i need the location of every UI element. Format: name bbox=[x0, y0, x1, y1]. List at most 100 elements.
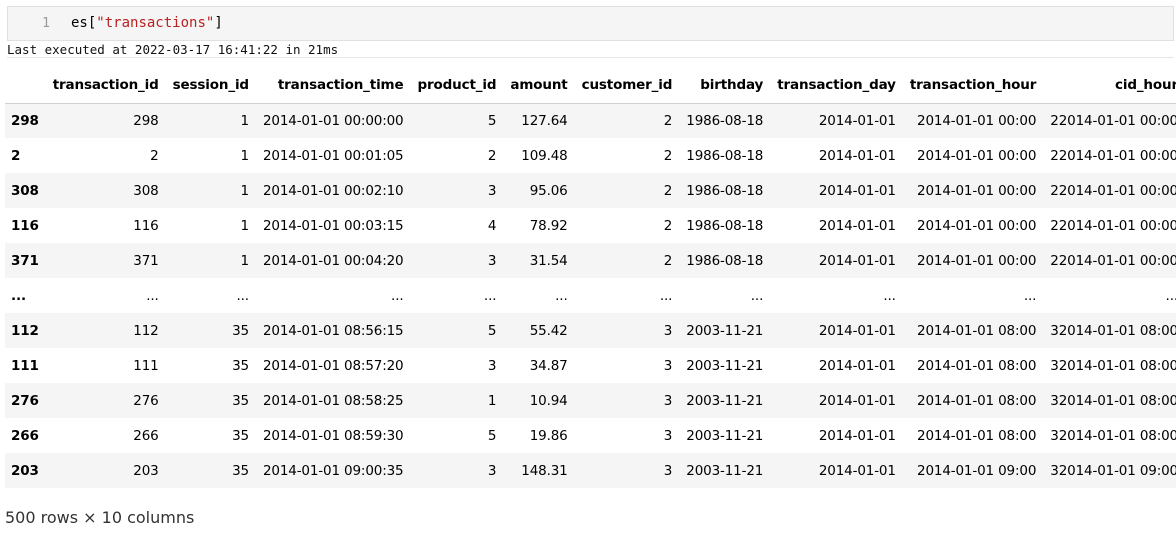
code-string-literal: "transactions" bbox=[96, 15, 215, 31]
table-cell: ... bbox=[391, 287, 404, 304]
table-cell: 2014-01-01 bbox=[818, 182, 896, 199]
table-cell: 2003-11-21 bbox=[686, 392, 764, 409]
table-cell: 2014-01-01 08:00 bbox=[917, 392, 1037, 409]
table-cell: 2014-01-01 bbox=[818, 217, 896, 234]
table-cell: 266 bbox=[133, 427, 159, 444]
column-header-transaction-hour: transaction_hour bbox=[902, 68, 1044, 104]
table-cell: 2 bbox=[150, 147, 159, 164]
table-cell: 3 bbox=[487, 462, 497, 479]
column-header-amount: amount bbox=[503, 68, 575, 104]
table-cell: ... bbox=[236, 287, 250, 304]
column-header-product-id: product_id bbox=[410, 68, 504, 104]
table-cell: 2014-01-01 08:56:15 bbox=[262, 322, 404, 339]
table-cell: 2 bbox=[663, 147, 673, 164]
table-row: 203 203 35 2014-01-01 09:00:35 3 148.31 3 2003-… bbox=[5, 453, 1176, 488]
table-cell: 1 bbox=[240, 217, 250, 234]
column-header-birthday: birthday bbox=[679, 68, 771, 104]
table-cell: 116 bbox=[133, 217, 159, 234]
table-cell: 2014-01-01 bbox=[818, 252, 896, 269]
table-cell: 2014-01-01 08:58:25 bbox=[262, 392, 404, 409]
table-cell: 2 bbox=[663, 112, 673, 129]
table-cell: 22014-01-01 00:00 bbox=[1050, 112, 1176, 129]
table-cell: ... bbox=[750, 287, 764, 304]
table-cell: 35 bbox=[232, 462, 249, 479]
table-cell: ... bbox=[555, 287, 568, 304]
table-cell: 34.87 bbox=[529, 357, 568, 374]
table-cell: 19.86 bbox=[529, 427, 568, 444]
table-cell: 2014-01-01 00:03:15 bbox=[262, 217, 404, 234]
row-index-cell: 371 bbox=[11, 252, 39, 269]
line-number: 1 bbox=[42, 16, 50, 31]
table-row: ................................. bbox=[5, 278, 1176, 313]
table-body: 298 298 1 2014-01-01 00:00:00 5 127.64 2 1986-0… bbox=[5, 103, 1176, 488]
table-cell: 22014-01-01 00:00 bbox=[1050, 217, 1176, 234]
table-cell: 2003-11-21 bbox=[686, 462, 764, 479]
dataframe-shape-summary: 500 rows × 10 columns bbox=[5, 508, 195, 527]
table-cell: 1 bbox=[240, 112, 250, 129]
table-cell: 2014-01-01 00:00 bbox=[917, 217, 1037, 234]
table-cell: 32014-01-01 09:00 bbox=[1050, 462, 1176, 479]
table-cell: 10.94 bbox=[529, 392, 568, 409]
table-row: 371 371 1 2014-01-01 00:04:20 3 31.54 2 1986-08… bbox=[5, 243, 1176, 278]
table-cell: 78.92 bbox=[529, 217, 568, 234]
table-cell: ... bbox=[483, 287, 497, 304]
table-cell: 31.54 bbox=[529, 252, 568, 269]
code-prefix: es[ bbox=[71, 15, 97, 31]
table-cell: 22014-01-01 00:00 bbox=[1050, 147, 1176, 164]
table-cell: 35 bbox=[232, 357, 249, 374]
table-cell: 298 bbox=[133, 112, 159, 129]
table-cell: 2014-01-01 bbox=[818, 462, 896, 479]
table-cell: 2014-01-01 bbox=[818, 392, 896, 409]
code-cell[interactable]: 1 es["transactions"] bbox=[7, 6, 1174, 41]
table-cell: ... bbox=[883, 287, 896, 304]
table-cell: ... bbox=[146, 287, 159, 304]
table-cell: 2014-01-01 08:00 bbox=[917, 322, 1037, 339]
table-cell: 2014-01-01 08:57:20 bbox=[262, 357, 404, 374]
table-cell: 2014-01-01 bbox=[818, 357, 896, 374]
table-row: 276 276 35 2014-01-01 08:58:25 1 10.94 3 2003-1… bbox=[5, 383, 1176, 418]
table-cell: 1986-08-18 bbox=[686, 182, 764, 199]
table-cell: 3 bbox=[663, 322, 673, 339]
table-cell: 127.64 bbox=[521, 112, 568, 129]
table-cell: 148.31 bbox=[521, 462, 568, 479]
row-index-cell: 266 bbox=[11, 427, 39, 444]
table-cell: 109.48 bbox=[521, 147, 568, 164]
table-row: 111 111 35 2014-01-01 08:57:20 3 34.87 3 2003-1… bbox=[5, 348, 1176, 383]
column-header-transaction-day: transaction_day bbox=[770, 68, 903, 104]
table-cell: 32014-01-01 08:00 bbox=[1050, 427, 1176, 444]
table-cell: 1986-08-18 bbox=[686, 147, 764, 164]
table-cell: 3 bbox=[663, 392, 673, 409]
row-index-cell: 116 bbox=[11, 217, 39, 234]
table-cell: 276 bbox=[133, 392, 159, 409]
table-row: 2 2 1 2014-01-01 00:01:05 2 109.48 2 1986-08-18… bbox=[5, 138, 1176, 173]
row-index-cell: 112 bbox=[11, 322, 39, 339]
table-row: 116 116 1 2014-01-01 00:03:15 4 78.92 2 1986-08… bbox=[5, 208, 1176, 243]
table-row: 112 112 35 2014-01-01 08:56:15 5 55.42 3 2003-1… bbox=[5, 313, 1176, 348]
table-cell: 1 bbox=[240, 182, 250, 199]
table-cell: 2014-01-01 00:02:10 bbox=[262, 182, 404, 199]
row-index-cell: 111 bbox=[11, 357, 39, 374]
table-cell: 2003-11-21 bbox=[686, 322, 764, 339]
table-cell: 2014-01-01 09:00:35 bbox=[262, 462, 404, 479]
table-cell: 2003-11-21 bbox=[686, 357, 764, 374]
column-header-customer-id: customer_id bbox=[574, 68, 680, 104]
table-cell: ... bbox=[1023, 287, 1037, 304]
row-index-cell: 308 bbox=[11, 182, 39, 199]
table-cell: 203 bbox=[133, 462, 159, 479]
table-cell: 35 bbox=[232, 427, 249, 444]
table-cell: 1986-08-18 bbox=[686, 252, 764, 269]
table-cell: 2014-01-01 bbox=[818, 322, 896, 339]
table-cell: 22014-01-01 00:00 bbox=[1050, 182, 1176, 199]
table-cell: 111 bbox=[133, 357, 159, 374]
table-cell: 32014-01-01 08:00 bbox=[1050, 322, 1176, 339]
table-cell: 3 bbox=[487, 182, 497, 199]
table-cell: 2014-01-01 00:01:05 bbox=[262, 147, 404, 164]
code-editor[interactable]: es["transactions"] bbox=[71, 15, 223, 31]
column-header-transaction-time: transaction_time bbox=[255, 68, 411, 104]
table-cell: 95.06 bbox=[529, 182, 568, 199]
row-index-cell: 203 bbox=[11, 462, 39, 479]
table-cell: 5 bbox=[487, 427, 497, 444]
table-cell: 2014-01-01 00:00:00 bbox=[262, 112, 404, 129]
table-cell: 2 bbox=[663, 252, 673, 269]
table-cell: 1986-08-18 bbox=[686, 112, 764, 129]
